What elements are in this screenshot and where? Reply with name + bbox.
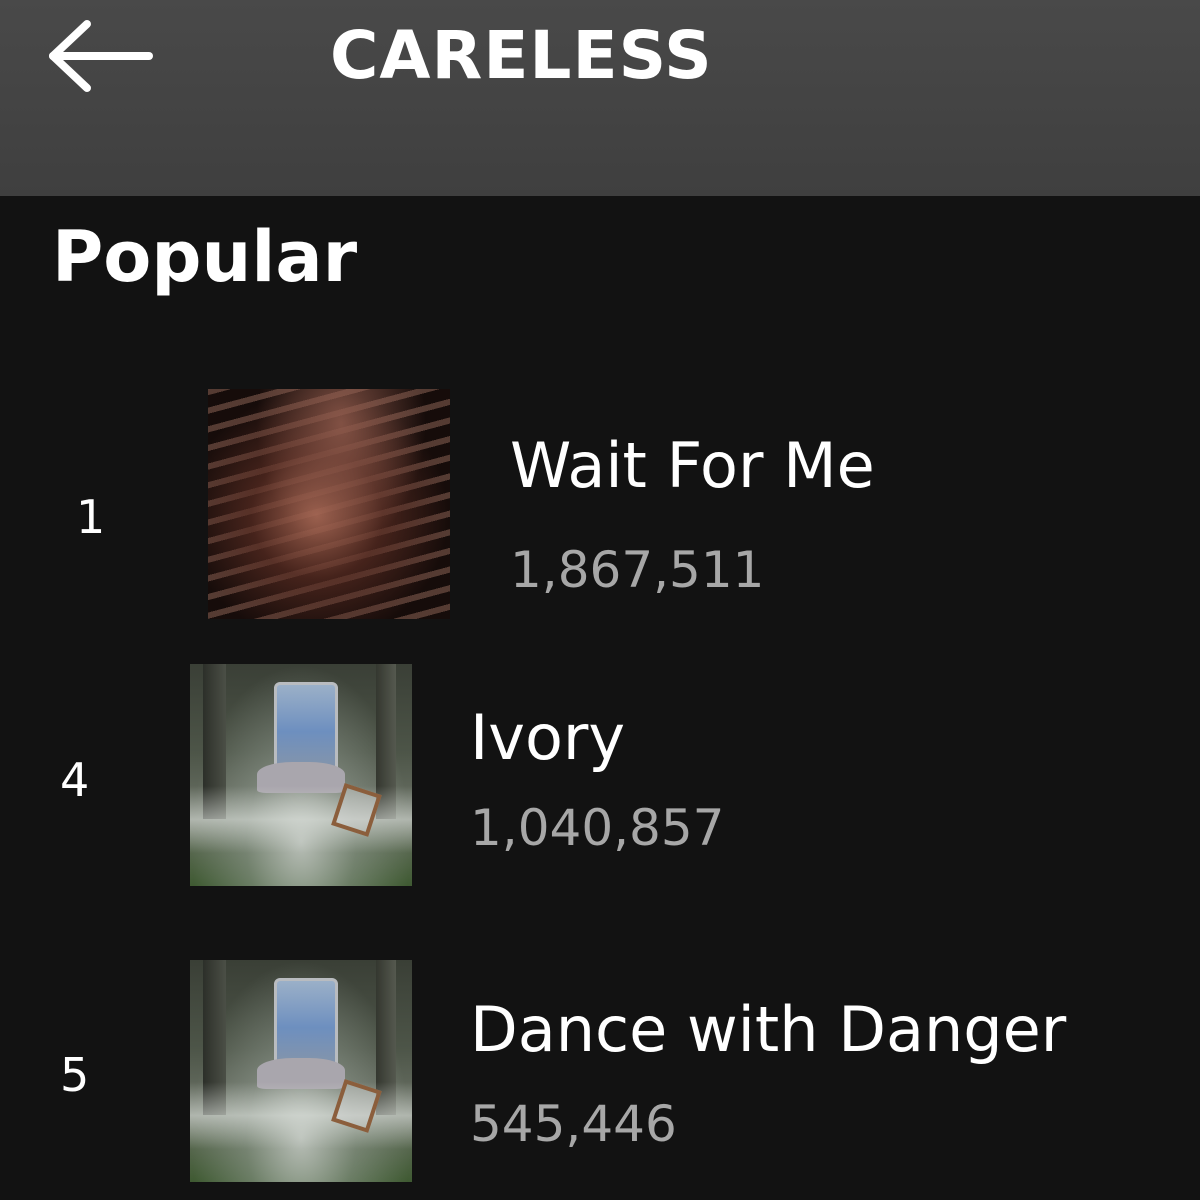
track-title: Wait For Me xyxy=(510,429,875,502)
album-art-image xyxy=(190,960,412,1182)
header-bar: CARELESS xyxy=(0,0,1200,196)
track-rank: 5 xyxy=(60,1048,90,1102)
track-play-count: 545,446 xyxy=(470,1095,677,1153)
track-rank: 1 xyxy=(76,490,106,544)
section-heading-popular: Popular xyxy=(52,216,358,298)
back-button[interactable] xyxy=(40,18,160,98)
artist-page: CARELESS Popular 1 Wait For Me 1,867,511… xyxy=(0,0,1200,1200)
track-rank: 4 xyxy=(60,753,90,807)
track-play-count: 1,867,511 xyxy=(510,541,765,599)
track-title: Ivory xyxy=(470,701,626,774)
album-art-image xyxy=(208,389,450,619)
track-title: Dance with Danger xyxy=(470,993,1067,1066)
album-art-image xyxy=(190,664,412,886)
track-play-count: 1,040,857 xyxy=(470,799,725,857)
arrow-left-icon xyxy=(45,16,155,100)
page-title: CARELESS xyxy=(330,17,713,94)
